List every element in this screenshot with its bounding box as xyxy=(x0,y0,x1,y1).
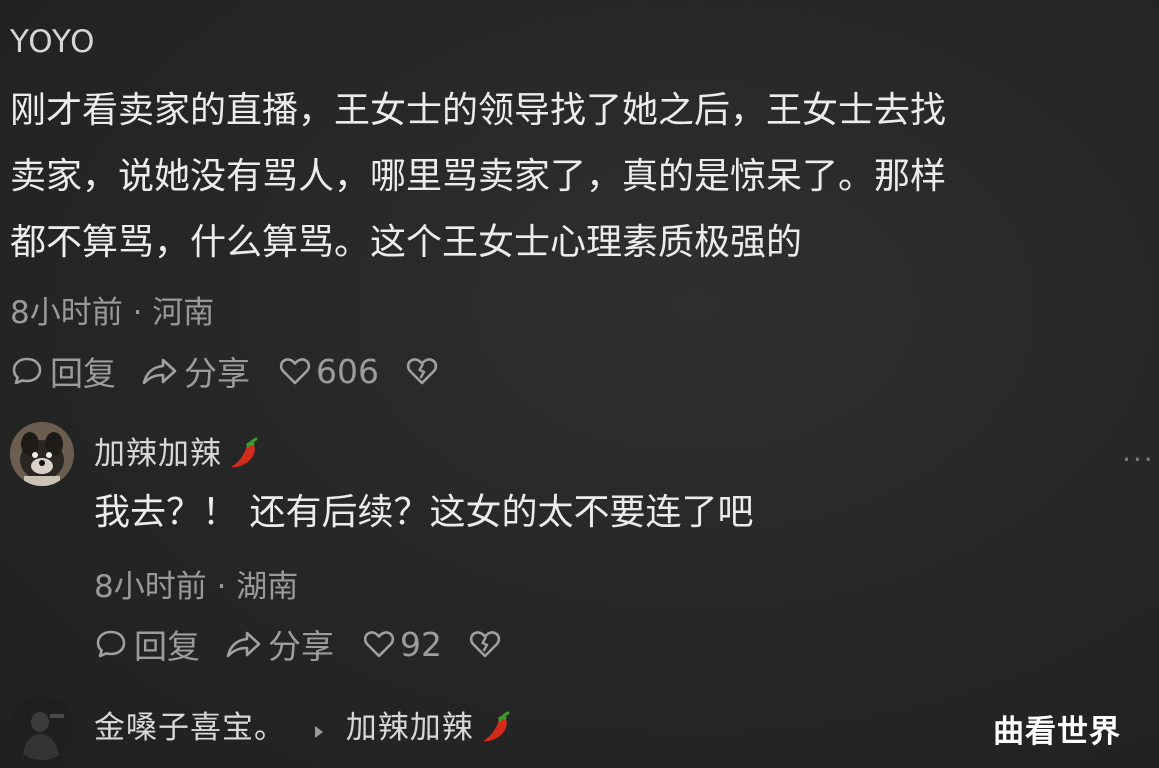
dog-avatar-icon xyxy=(10,422,74,486)
comment-text: 刚才看卖家的直播，王女士的领导找了她之后，王女士去找 卖家，说她没有骂人，哪里骂… xyxy=(10,78,946,276)
share-button[interactable]: 分享 xyxy=(140,347,250,395)
heart-icon xyxy=(363,631,395,658)
comment-username[interactable]: 加辣加辣 xyxy=(94,428,262,478)
reply-button[interactable]: 回复 xyxy=(10,347,116,395)
share-arrow-icon xyxy=(226,631,261,658)
username-label: 加辣加辣 xyxy=(94,436,222,472)
share-label: 分享 xyxy=(268,627,334,666)
share-arrow-icon xyxy=(142,358,177,385)
broken-heart-icon xyxy=(406,358,438,385)
comment-username[interactable]: YOYO xyxy=(10,24,96,60)
comment-text: 我去？！ 还有后续？这女的太不要连了吧 xyxy=(94,492,754,533)
comment-text-line: 都不算骂，什么算骂。这个王女士心理素质极强的 xyxy=(10,222,803,263)
comment-meta: 8小时前 · 河南 xyxy=(10,295,215,331)
speech-bubble-icon xyxy=(96,630,126,658)
triangle-right-icon xyxy=(313,712,325,748)
avatar[interactable] xyxy=(10,696,74,760)
dislike-button[interactable] xyxy=(405,354,439,388)
comment-text-line: 卖家，说她没有骂人，哪里骂卖家了，真的是惊呆了。那样 xyxy=(10,156,947,197)
comment-username[interactable]: 金嗓子喜宝。 加辣加辣 xyxy=(94,702,514,752)
watermark: 曲看世界 xyxy=(993,714,1121,750)
share-button[interactable]: 分享 xyxy=(224,620,334,668)
person-avatar-icon xyxy=(10,696,74,760)
chili-pepper-icon xyxy=(226,434,262,478)
chili-pepper-icon xyxy=(478,708,514,752)
like-button[interactable]: 92 xyxy=(362,625,442,664)
like-count: 606 xyxy=(316,351,379,391)
comment-actions: 回复 分享 92 xyxy=(94,620,502,668)
speech-bubble-icon xyxy=(12,357,42,385)
reply-label: 回复 xyxy=(134,627,200,666)
comment-actions: 回复 分享 606 xyxy=(10,347,439,395)
dislike-button[interactable] xyxy=(468,627,502,661)
comment-text-line: 刚才看卖家的直播，王女士的领导找了她之后，王女士去找 xyxy=(10,90,947,131)
like-count: 92 xyxy=(400,624,442,664)
reply-label: 回复 xyxy=(50,354,116,393)
comment-meta: 8小时前 · 湖南 xyxy=(94,569,299,605)
username-label: 金嗓子喜宝。 xyxy=(94,710,286,746)
broken-heart-icon xyxy=(469,631,501,658)
share-label: 分享 xyxy=(184,354,250,393)
avatar[interactable] xyxy=(10,422,74,486)
like-button[interactable]: 606 xyxy=(278,352,379,391)
reply-button[interactable]: 回复 xyxy=(94,620,200,668)
more-options-icon[interactable]: ··· xyxy=(1122,443,1155,476)
heart-icon xyxy=(279,358,311,385)
reply-to-username[interactable]: 加辣加辣 xyxy=(346,710,474,746)
